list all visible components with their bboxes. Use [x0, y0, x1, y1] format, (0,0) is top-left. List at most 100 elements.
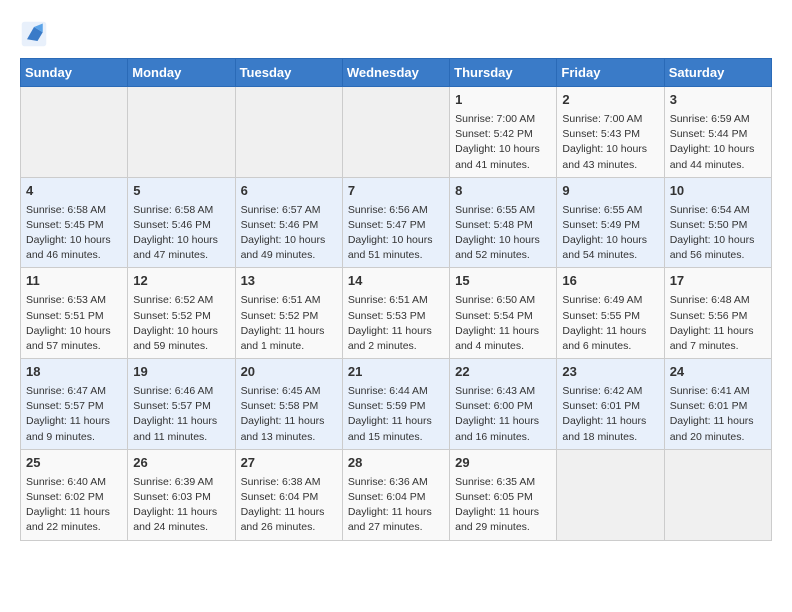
calendar-cell: 29Sunrise: 6:35 AMSunset: 6:05 PMDayligh…: [450, 449, 557, 540]
day-info-line: Sunset: 5:42 PM: [455, 127, 551, 142]
week-row-4: 18Sunrise: 6:47 AMSunset: 5:57 PMDayligh…: [21, 359, 772, 450]
day-number: 22: [455, 363, 551, 382]
day-info-line: Daylight: 10 hours: [670, 142, 766, 157]
day-info-line: Sunrise: 6:58 AM: [26, 203, 122, 218]
day-info-line: and 56 minutes.: [670, 248, 766, 263]
day-number: 5: [133, 182, 229, 201]
calendar-cell: 24Sunrise: 6:41 AMSunset: 6:01 PMDayligh…: [664, 359, 771, 450]
day-info-line: Daylight: 11 hours: [241, 505, 337, 520]
day-info-line: Sunset: 5:52 PM: [133, 309, 229, 324]
day-info-line: Daylight: 11 hours: [348, 414, 444, 429]
day-info-line: Sunset: 5:57 PM: [133, 399, 229, 414]
calendar-cell: 11Sunrise: 6:53 AMSunset: 5:51 PMDayligh…: [21, 268, 128, 359]
calendar-cell: [128, 87, 235, 178]
day-info-line: Daylight: 11 hours: [455, 324, 551, 339]
day-info-line: Sunrise: 6:44 AM: [348, 384, 444, 399]
day-info-line: Sunset: 5:52 PM: [241, 309, 337, 324]
day-header-thursday: Thursday: [450, 59, 557, 87]
day-info-line: Daylight: 11 hours: [26, 505, 122, 520]
day-info-line: and 52 minutes.: [455, 248, 551, 263]
day-info-line: and 15 minutes.: [348, 430, 444, 445]
calendar-cell: 14Sunrise: 6:51 AMSunset: 5:53 PMDayligh…: [342, 268, 449, 359]
day-info-line: Sunset: 5:58 PM: [241, 399, 337, 414]
calendar-cell: 2Sunrise: 7:00 AMSunset: 5:43 PMDaylight…: [557, 87, 664, 178]
day-info-line: Sunrise: 7:00 AM: [562, 112, 658, 127]
day-info-line: and 24 minutes.: [133, 520, 229, 535]
day-info-line: and 20 minutes.: [670, 430, 766, 445]
calendar-cell: [664, 449, 771, 540]
day-info-line: Sunrise: 6:55 AM: [455, 203, 551, 218]
day-number: 8: [455, 182, 551, 201]
day-info-line: Daylight: 11 hours: [26, 414, 122, 429]
day-info-line: Sunrise: 6:57 AM: [241, 203, 337, 218]
day-info-line: and 11 minutes.: [133, 430, 229, 445]
logo: [20, 20, 52, 48]
week-row-3: 11Sunrise: 6:53 AMSunset: 5:51 PMDayligh…: [21, 268, 772, 359]
day-info-line: Sunset: 6:04 PM: [241, 490, 337, 505]
day-info-line: Daylight: 11 hours: [670, 414, 766, 429]
day-info-line: and 26 minutes.: [241, 520, 337, 535]
day-info-line: Daylight: 11 hours: [562, 324, 658, 339]
day-header-wednesday: Wednesday: [342, 59, 449, 87]
day-info-line: Sunset: 5:45 PM: [26, 218, 122, 233]
calendar-cell: 1Sunrise: 7:00 AMSunset: 5:42 PMDaylight…: [450, 87, 557, 178]
calendar-cell: 26Sunrise: 6:39 AMSunset: 6:03 PMDayligh…: [128, 449, 235, 540]
calendar-table: SundayMondayTuesdayWednesdayThursdayFrid…: [20, 58, 772, 541]
day-info-line: Daylight: 10 hours: [133, 324, 229, 339]
day-info-line: and 6 minutes.: [562, 339, 658, 354]
day-info-line: and 59 minutes.: [133, 339, 229, 354]
day-info-line: Sunrise: 6:53 AM: [26, 293, 122, 308]
day-info-line: Daylight: 10 hours: [133, 233, 229, 248]
day-number: 1: [455, 91, 551, 110]
day-number: 19: [133, 363, 229, 382]
week-row-5: 25Sunrise: 6:40 AMSunset: 6:02 PMDayligh…: [21, 449, 772, 540]
day-number: 21: [348, 363, 444, 382]
calendar-cell: 16 Sunrise: 6:49 AMSunset: 5:55 PMDayligh…: [557, 268, 664, 359]
day-info-line: Sunset: 6:01 PM: [562, 399, 658, 414]
day-info-line: and 18 minutes.: [562, 430, 658, 445]
day-info-line: Sunrise: 6:42 AM: [562, 384, 658, 399]
day-info-line: Daylight: 10 hours: [348, 233, 444, 248]
day-info-line: Sunrise: 6:41 AM: [670, 384, 766, 399]
day-info-line: Daylight: 10 hours: [670, 233, 766, 248]
day-header-monday: Monday: [128, 59, 235, 87]
day-info-line: Daylight: 11 hours: [348, 505, 444, 520]
day-info-line: Daylight: 11 hours: [241, 414, 337, 429]
day-info-line: Sunset: 6:03 PM: [133, 490, 229, 505]
calendar-cell: 9Sunrise: 6:55 AMSunset: 5:49 PMDaylight…: [557, 177, 664, 268]
day-info-line: Sunrise: 6:55 AM: [562, 203, 658, 218]
day-info-line: Sunset: 5:46 PM: [133, 218, 229, 233]
day-info-line: Sunset: 5:57 PM: [26, 399, 122, 414]
day-info-line: Sunrise: 6:59 AM: [670, 112, 766, 127]
day-number: 4: [26, 182, 122, 201]
day-info-line: and 16 minutes.: [455, 430, 551, 445]
day-info-line: Daylight: 11 hours: [670, 324, 766, 339]
day-info-line: Daylight: 11 hours: [241, 324, 337, 339]
calendar-cell: 15Sunrise: 6:50 AMSunset: 5:54 PMDayligh…: [450, 268, 557, 359]
day-info-line: Sunrise: 6:45 AM: [241, 384, 337, 399]
day-info-line: Daylight: 10 hours: [455, 233, 551, 248]
day-number: 16: [562, 272, 658, 291]
day-number: 3: [670, 91, 766, 110]
day-info-line: Daylight: 11 hours: [455, 414, 551, 429]
day-header-saturday: Saturday: [664, 59, 771, 87]
calendar-cell: 7Sunrise: 6:56 AMSunset: 5:47 PMDaylight…: [342, 177, 449, 268]
day-info-line: and 1 minute.: [241, 339, 337, 354]
day-number: 25: [26, 454, 122, 473]
day-info-line: Daylight: 10 hours: [241, 233, 337, 248]
day-info-line: Daylight: 10 hours: [562, 233, 658, 248]
calendar-cell: 5Sunrise: 6:58 AMSunset: 5:46 PMDaylight…: [128, 177, 235, 268]
day-info-line: and 47 minutes.: [133, 248, 229, 263]
day-info-line: and 29 minutes.: [455, 520, 551, 535]
day-info-line: Sunset: 5:55 PM: [562, 309, 658, 324]
day-info-line: Sunrise: 6:49 AM: [562, 293, 658, 308]
day-info-line: Sunset: 5:51 PM: [26, 309, 122, 324]
day-number: 10: [670, 182, 766, 201]
day-info-line: and 44 minutes.: [670, 158, 766, 173]
logo-icon: [20, 20, 48, 48]
day-info-line: Sunset: 5:46 PM: [241, 218, 337, 233]
day-info-line: Sunrise: 6:46 AM: [133, 384, 229, 399]
day-header-sunday: Sunday: [21, 59, 128, 87]
calendar-cell: 12Sunrise: 6:52 AMSunset: 5:52 PMDayligh…: [128, 268, 235, 359]
day-number: 7: [348, 182, 444, 201]
